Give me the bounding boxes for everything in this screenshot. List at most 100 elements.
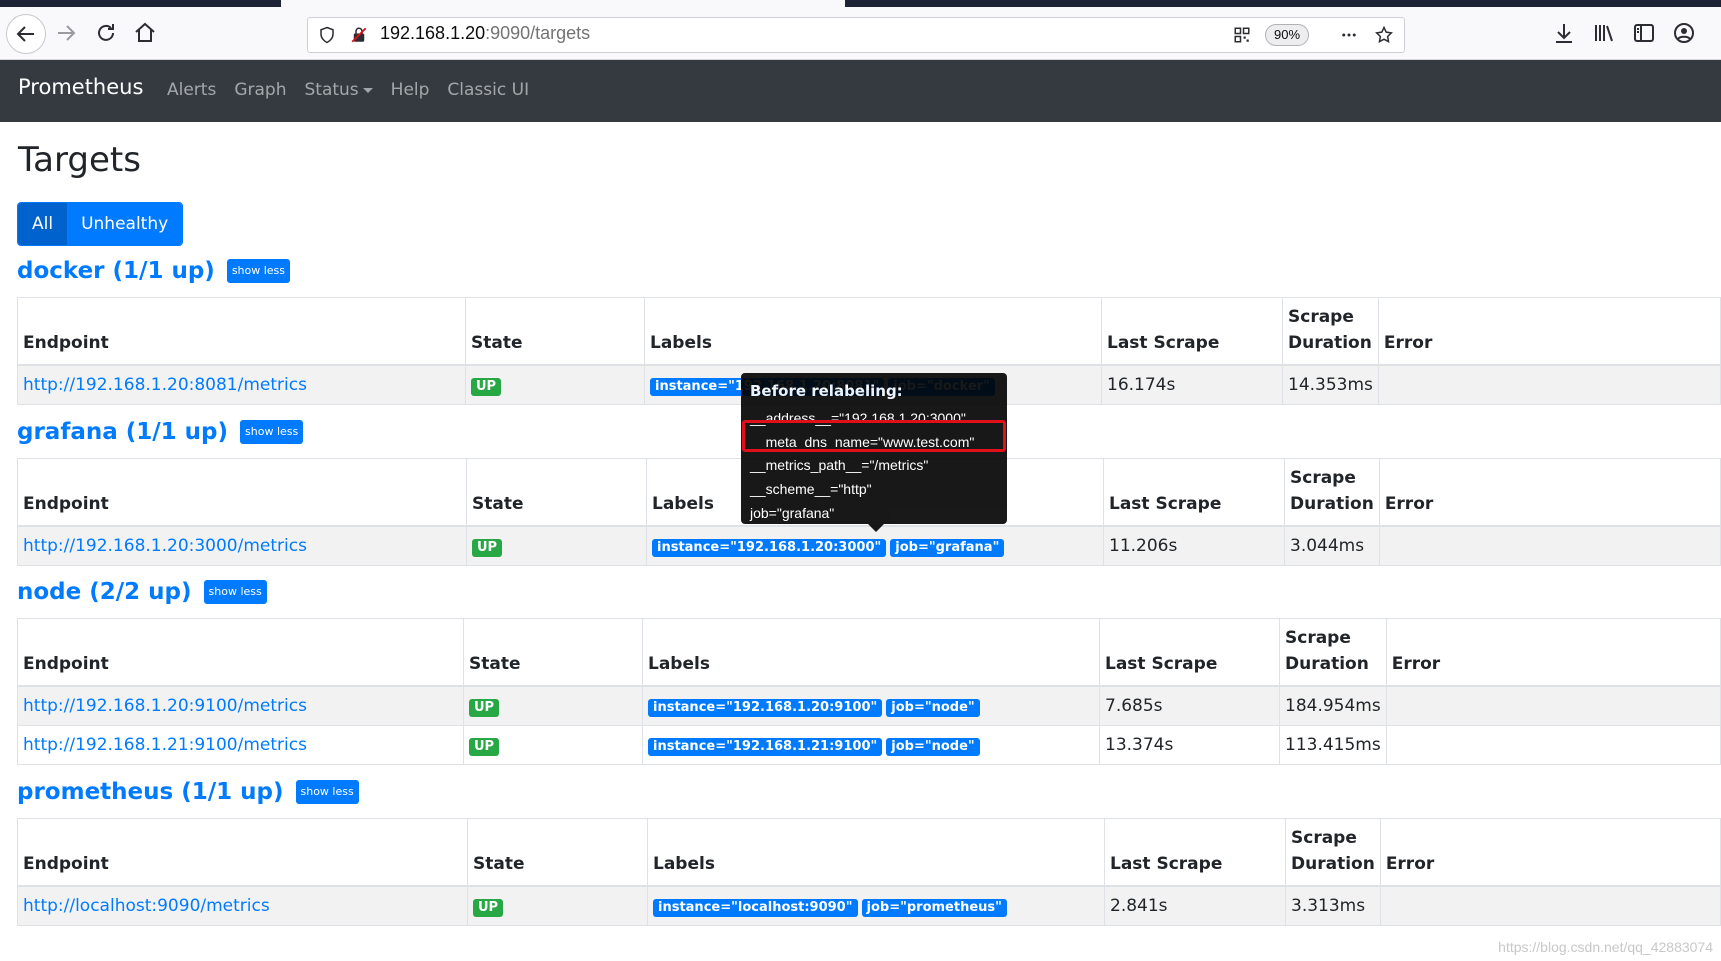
back-button[interactable] <box>6 14 46 54</box>
home-icon <box>135 22 155 42</box>
col-scrape-duration: Scrape Duration <box>1285 818 1381 887</box>
scrape-duration-cell: 14.353ms <box>1282 364 1379 405</box>
col-scrape-label: Scrape <box>1290 468 1356 488</box>
sidebar-icon <box>1634 24 1654 42</box>
show-less-button[interactable]: show less <box>295 780 359 804</box>
error-cell <box>1377 364 1721 405</box>
url-text[interactable]: 192.168.1.20:9090/targets <box>380 23 590 44</box>
reload-icon <box>98 24 114 41</box>
col-error: Error <box>1385 618 1721 687</box>
tooltip-arrow <box>868 524 884 532</box>
home-button[interactable] <box>128 16 162 50</box>
nav-graph[interactable]: Graph <box>234 80 286 100</box>
state-cell: UP <box>465 364 645 405</box>
watermark: https://blog.csdn.net/qq_42883074 <box>1498 939 1713 955</box>
nav-links: Alerts Graph Status Help Classic UI <box>167 80 529 100</box>
page-title: Targets <box>18 140 141 180</box>
label-badge[interactable]: instance="localhost:9090" <box>653 898 858 917</box>
filter-unhealthy-button[interactable]: Unhealthy <box>67 203 183 245</box>
col-last-scrape: Last Scrape <box>1101 297 1283 366</box>
endpoint-cell: http://localhost:9090/metrics <box>17 885 468 926</box>
endpoint-cell: http://192.168.1.20:9100/metrics <box>17 685 464 726</box>
zoom-level[interactable]: 90% <box>1265 24 1310 46</box>
col-state: State <box>466 458 647 527</box>
qr-code-icon[interactable] <box>1233 26 1251 44</box>
more-actions-icon[interactable] <box>1338 26 1360 44</box>
table-row: http://192.168.1.20:9100/metrics UP inst… <box>17 685 1721 726</box>
show-less-button[interactable]: show less <box>240 420 304 444</box>
scrape-duration-cell: 3.313ms <box>1285 885 1381 926</box>
error-cell <box>1385 685 1721 726</box>
filter-all-button[interactable]: All <box>18 203 68 245</box>
col-endpoint: Endpoint <box>17 618 464 687</box>
label-badge[interactable]: instance="192.168.1.20:3000" <box>652 538 887 557</box>
section-title-link[interactable]: prometheus (1/1 up) <box>17 779 284 805</box>
section-title-link[interactable]: docker (1/1 up) <box>17 258 215 284</box>
label-badge[interactable]: job="grafana" <box>890 538 1005 557</box>
col-error: Error <box>1379 818 1721 887</box>
nav-help[interactable]: Help <box>391 80 430 100</box>
account-icon <box>1674 23 1694 43</box>
insecure-lock-icon[interactable] <box>350 26 368 44</box>
library-button[interactable] <box>1587 16 1621 50</box>
label-badge[interactable]: instance="192.168.1.21:9100" <box>648 737 883 756</box>
table-header-row: Endpoint State Labels Last Scrape Scrape… <box>17 618 1721 687</box>
last-scrape-cell: 7.685s <box>1099 685 1280 726</box>
col-labels: Labels <box>642 618 1100 687</box>
endpoint-link[interactable]: http://192.168.1.20:9100/metrics <box>23 696 307 716</box>
col-scrape-duration: Scrape Duration <box>1284 458 1380 527</box>
col-state: State <box>463 618 643 687</box>
table-row: http://localhost:9090/metrics UP instanc… <box>17 885 1721 926</box>
url-bar[interactable]: 192.168.1.20:9090/targets 90% <box>307 17 1405 53</box>
brand-logo[interactable]: Prometheus <box>18 75 143 99</box>
nav-alerts[interactable]: Alerts <box>167 80 216 100</box>
url-path: :9090/targets <box>485 23 591 43</box>
nav-classic-ui[interactable]: Classic UI <box>447 80 529 100</box>
active-tab[interactable] <box>281 0 845 7</box>
table-row: http://192.168.1.21:9100/metrics UP inst… <box>17 725 1721 765</box>
endpoint-cell: http://192.168.1.20:3000/metrics <box>17 525 467 566</box>
nav-status[interactable]: Status <box>304 80 373 100</box>
tooltip-line: __metrics_path__="/metrics" <box>750 457 929 473</box>
shield-icon[interactable] <box>318 26 336 44</box>
section-title-link[interactable]: node (2/2 up) <box>17 579 192 605</box>
col-endpoint: Endpoint <box>17 458 467 527</box>
endpoint-link[interactable]: http://localhost:9090/metrics <box>23 896 270 916</box>
scrape-duration-cell: 184.954ms <box>1279 685 1387 726</box>
label-badge[interactable]: job="node" <box>886 698 980 717</box>
reload-button[interactable] <box>89 16 123 50</box>
download-icon <box>1556 24 1572 43</box>
section-header: prometheus (1/1 up) show less <box>17 779 359 805</box>
scrape-duration-cell: 113.415ms <box>1279 725 1387 765</box>
arrow-left-icon <box>16 26 34 42</box>
col-last-scrape: Last Scrape <box>1103 458 1285 527</box>
endpoint-link[interactable]: http://192.168.1.20:3000/metrics <box>23 536 307 556</box>
show-less-button[interactable]: show less <box>226 259 291 283</box>
label-badge[interactable]: job="prometheus" <box>861 898 1007 917</box>
error-cell <box>1379 885 1721 926</box>
state-badge: UP <box>469 737 500 756</box>
endpoint-link[interactable]: http://192.168.1.20:8081/metrics <box>23 375 307 395</box>
tooltip-line: __scheme__="http" <box>750 481 872 497</box>
col-endpoint: Endpoint <box>17 297 466 366</box>
col-scrape-label: Scrape <box>1291 828 1357 848</box>
sidebar-toggle-button[interactable] <box>1627 16 1661 50</box>
last-scrape-cell: 2.841s <box>1104 885 1286 926</box>
forward-button[interactable] <box>49 16 83 50</box>
browser-toolbar: 192.168.1.20:9090/targets 90% <box>0 7 1721 60</box>
col-state: State <box>465 297 645 366</box>
caret-down-icon <box>362 87 373 93</box>
last-scrape-cell: 13.374s <box>1099 725 1280 765</box>
error-cell <box>1378 525 1721 566</box>
endpoint-link[interactable]: http://192.168.1.21:9100/metrics <box>23 735 307 755</box>
col-scrape-duration: Scrape Duration <box>1282 297 1379 366</box>
section-title-link[interactable]: grafana (1/1 up) <box>17 419 228 445</box>
label-badge[interactable]: instance="192.168.1.20:9100" <box>648 698 883 717</box>
bookmark-star-icon[interactable] <box>1374 25 1394 45</box>
downloads-button[interactable] <box>1547 16 1581 50</box>
label-badge[interactable]: job="node" <box>886 737 980 756</box>
show-less-button[interactable]: show less <box>203 580 267 604</box>
targets-table: Endpoint State Labels Last Scrape Scrape… <box>17 818 1721 926</box>
account-button[interactable] <box>1667 16 1701 50</box>
col-duration-label: Duration <box>1290 494 1374 514</box>
